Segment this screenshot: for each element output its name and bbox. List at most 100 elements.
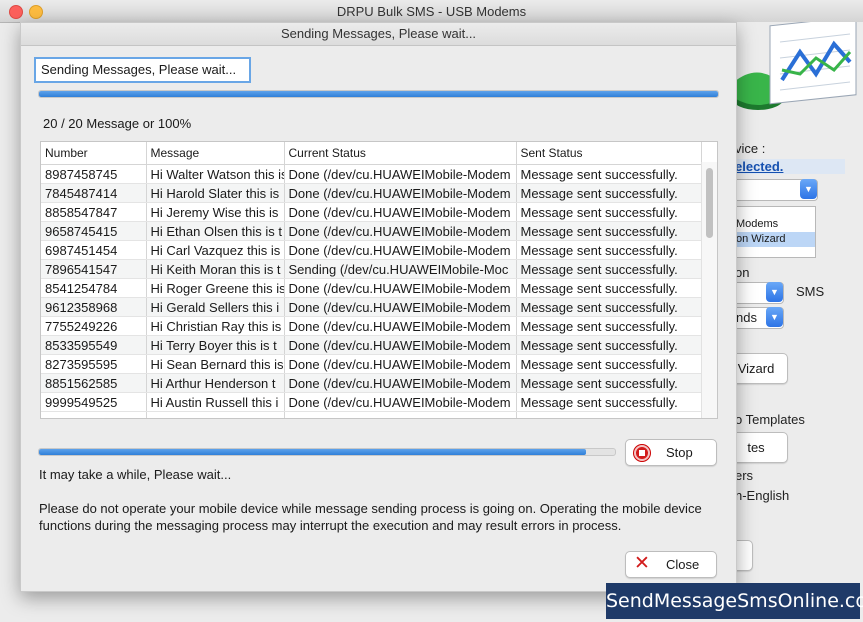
table-cell-partial <box>284 411 517 418</box>
device-label: vice : <box>735 141 766 156</box>
table-row[interactable]: 8273595595 Hi Sean Bernard this is Done (/… <box>41 354 702 374</box>
messages-table[interactable]: Number Message Current Status Sent Statu… <box>40 141 718 419</box>
cell-message: Hi Keith Moran this is t <box>146 259 285 279</box>
table-row[interactable]: 8541254784 Hi Roger Greene this is Done (/… <box>41 278 702 298</box>
main-window-title: DRPU Bulk SMS - USB Modems <box>336 4 527 19</box>
cell-number: 9658745415 <box>41 221 147 241</box>
column-header-message[interactable]: Message <box>146 142 285 165</box>
selected-link[interactable]: elected. <box>735 159 783 174</box>
table-row[interactable]: 9612358968 Hi Gerald Sellers this i Done (… <box>41 297 702 317</box>
stop-icon <box>634 445 650 461</box>
current-progress-fill <box>39 449 587 455</box>
cell-current-status: Done (/dev/cu.HUAWEIMobile-Modem <box>284 164 517 184</box>
table-row[interactable]: 8858547847 Hi Jeremy Wise this is Done (/d… <box>41 202 702 222</box>
wait-text: It may take a while, Please wait... <box>39 467 232 482</box>
close-button[interactable]: ✕ Close <box>625 551 717 578</box>
cell-current-status: Done (/dev/cu.HUAWEIMobile-Modem <box>284 297 517 317</box>
cell-number: 6987451454 <box>41 240 147 260</box>
cell-number: 8273595595 <box>41 354 147 374</box>
cell-message: Hi Christian Ray this is <box>146 316 285 336</box>
cell-current-status: Done (/dev/cu.HUAWEIMobile-Modem <box>284 373 517 393</box>
cell-sent-status: Message sent successfully. <box>516 202 702 222</box>
cell-sent-status: Message sent successfully. <box>516 221 702 241</box>
warning-text: Please do not operate your mobile device… <box>39 501 702 533</box>
cell-sent-status: Message sent successfully. <box>516 297 702 317</box>
sending-messages-dialog: Sending Messages, Please wait... Sending… <box>20 22 737 592</box>
table-row-partial <box>41 411 702 418</box>
table-row[interactable]: 7845487414 Hi Harold Slater this is Done (… <box>41 183 702 203</box>
cell-sent-status: Message sent successfully. <box>516 354 702 374</box>
language-label: n-English <box>735 488 790 503</box>
cell-message: Hi Sean Bernard this is <box>146 354 285 374</box>
table-row[interactable]: 7755249226 Hi Christian Ray this is Done (… <box>41 316 702 336</box>
cell-sent-status: Message sent successfully. <box>516 335 702 355</box>
table-row[interactable]: 8533595549 Hi Terry Boyer this is t Done (… <box>41 335 702 355</box>
table-row[interactable]: 9999549525 Hi Austin Russell this i Done (… <box>41 392 702 412</box>
message-count-label: 20 / 20 Message or 100% <box>43 116 192 131</box>
cell-message: Hi Harold Slater this is <box>146 183 285 203</box>
scrollbar-thumb[interactable] <box>706 168 713 238</box>
option-label: on <box>735 265 750 280</box>
cell-message: Hi Carl Vazquez this is <box>146 240 285 260</box>
cell-message: Hi Austin Russell this i <box>146 392 285 412</box>
chevron-down-icon[interactable]: ▼ <box>800 179 817 199</box>
cell-current-status: Done (/dev/cu.HUAWEIMobile-Modem <box>284 335 517 355</box>
listbox-item[interactable]: on Wizard <box>733 232 815 247</box>
watermark-banner: SendMessageSmsOnline.com <box>606 583 863 619</box>
templates-label: o Templates <box>735 412 805 427</box>
cell-number: 7755249226 <box>41 316 147 336</box>
column-header-sent-status[interactable]: Sent Status <box>516 142 702 165</box>
cell-current-status: Done (/dev/cu.HUAWEIMobile-Modem <box>284 354 517 374</box>
column-header-current-status[interactable]: Current Status <box>284 142 517 165</box>
cell-message: Hi Roger Greene this is <box>146 278 285 298</box>
stop-button[interactable]: Stop <box>625 439 717 466</box>
dialog-title: Sending Messages, Please wait... <box>21 23 736 46</box>
cell-current-status: Done (/dev/cu.HUAWEIMobile-Modem <box>284 202 517 222</box>
cell-current-status: Sending (/dev/cu.HUAWEIMobile-Moc <box>284 259 517 279</box>
main-window-titlebar: DRPU Bulk SMS - USB Modems <box>0 0 863 23</box>
chart-logo-icon <box>732 22 857 110</box>
cell-number: 8851562585 <box>41 373 147 393</box>
cell-sent-status: Message sent successfully. <box>516 240 702 260</box>
cell-message: Hi Walter Watson this is <box>146 164 285 184</box>
table-header-row: Number Message Current Status Sent Statu… <box>41 142 702 165</box>
cell-current-status: Done (/dev/cu.HUAWEIMobile-Modem <box>284 240 517 260</box>
overall-progress-fill <box>39 91 718 97</box>
close-button-label: Close <box>666 557 700 572</box>
cell-sent-status: Message sent successfully. <box>516 164 702 184</box>
close-x-icon: ✕ <box>634 553 650 574</box>
table-row[interactable]: 8851562585 Hi Arthur Henderson t Done (/de… <box>41 373 702 393</box>
modem-listbox[interactable]: Modems on Wizard <box>732 206 816 258</box>
cell-message: Hi Jeremy Wise this is <box>146 202 285 222</box>
cell-number: 9999549525 <box>41 392 147 412</box>
column-header-number[interactable]: Number <box>41 142 147 165</box>
cell-message: Hi Terry Boyer this is t <box>146 335 285 355</box>
cell-sent-status: Message sent successfully. <box>516 373 702 393</box>
current-progress-bar <box>38 448 616 456</box>
cell-message: Hi Gerald Sellers this i <box>146 297 285 317</box>
cell-number: 8541254784 <box>41 278 147 298</box>
table-vertical-scrollbar[interactable] <box>701 162 717 418</box>
selected-link-row[interactable]: elected. <box>735 159 846 174</box>
cell-sent-status: Message sent successfully. <box>516 259 702 279</box>
listbox-item[interactable]: Modems <box>733 217 815 232</box>
table-row[interactable]: 7896541547 Hi Keith Moran this is t Sendin… <box>41 259 702 279</box>
table-row[interactable]: 6987451454 Hi Carl Vazquez this is Done (/… <box>41 240 702 260</box>
cell-number: 7845487414 <box>41 183 147 203</box>
seconds-value: nds <box>736 310 757 325</box>
table-row[interactable]: 9658745415 Hi Ethan Olsen this is t Done (… <box>41 221 702 241</box>
stop-button-label: Stop <box>666 445 693 460</box>
cell-current-status: Done (/dev/cu.HUAWEIMobile-Modem <box>284 316 517 336</box>
cell-number: 8858547847 <box>41 202 147 222</box>
chevron-down-icon[interactable]: ▼ <box>766 307 783 327</box>
table-cell-partial <box>146 411 285 418</box>
cell-message: Hi Ethan Olsen this is t <box>146 221 285 241</box>
cell-current-status: Done (/dev/cu.HUAWEIMobile-Modem <box>284 392 517 412</box>
table-row[interactable]: 8987458745 Hi Walter Watson this is Done (… <box>41 164 702 184</box>
ers-label: ers <box>735 468 754 483</box>
device-select[interactable]: ▼ <box>728 179 818 201</box>
cell-sent-status: Message sent successfully. <box>516 278 702 298</box>
cell-number: 9612358968 <box>41 297 147 317</box>
overall-progress-bar <box>38 90 719 98</box>
chevron-down-icon[interactable]: ▼ <box>766 282 783 302</box>
